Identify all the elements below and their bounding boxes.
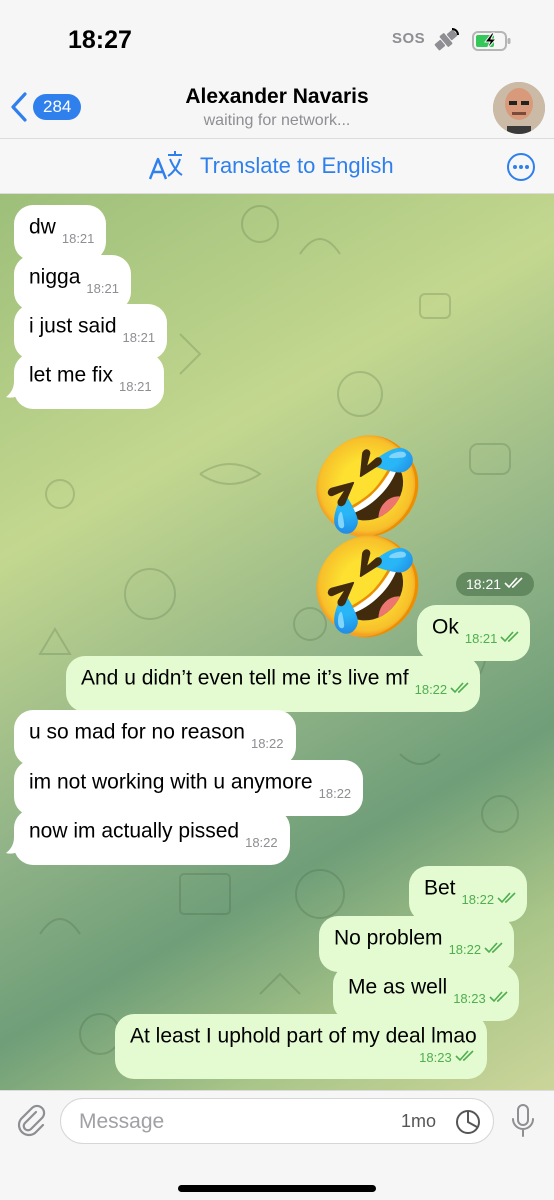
- chat-header: 284 Alexander Navaris waiting for networ…: [0, 78, 554, 138]
- message-time: 18:22: [245, 835, 278, 850]
- message-time: 18:22: [462, 887, 518, 913]
- message-text: u so mad for no reason: [29, 720, 245, 744]
- translate-button[interactable]: Translate to English: [148, 149, 394, 183]
- message-text: Ok: [432, 615, 459, 639]
- attach-icon[interactable]: [14, 1103, 48, 1137]
- sos-indicator: SOS: [392, 30, 426, 47]
- connection-status: waiting for network...: [203, 112, 351, 129]
- message-incoming[interactable]: im not working with u anymore 18:22: [14, 760, 364, 816]
- translate-bar: Translate to English: [0, 138, 554, 194]
- message-incoming[interactable]: i just said 18:21: [14, 304, 168, 360]
- satellite-icon: [434, 28, 459, 51]
- message-text: im not working with u anymore: [29, 770, 313, 794]
- chat-title[interactable]: Alexander Navaris waiting for network...: [120, 84, 434, 130]
- message-incoming[interactable]: u so mad for no reason 18:22: [14, 710, 296, 766]
- message-time: 18:23: [453, 986, 509, 1012]
- message-text: i just said: [29, 314, 117, 338]
- avatar[interactable]: [493, 82, 545, 134]
- status-bar: 18:27 SOS: [0, 0, 554, 78]
- message-outgoing[interactable]: No problem18:22: [319, 916, 515, 972]
- message-time: 18:22: [415, 677, 471, 703]
- read-ticks-icon: [489, 991, 508, 1003]
- message-text: At least I uphold part of my deal lmao: [130, 1024, 477, 1048]
- message-time: 18:22: [449, 937, 505, 963]
- read-ticks-icon: [500, 631, 519, 643]
- message-outgoing[interactable]: Me as well18:23: [333, 965, 519, 1021]
- unread-count-badge: 284: [33, 94, 82, 120]
- message-time: 18:22: [250, 736, 284, 751]
- message-text: now im actually pissed: [29, 819, 240, 843]
- message-incoming[interactable]: dw 18:21: [14, 205, 107, 261]
- message-text: dw: [29, 215, 56, 239]
- home-indicator: [178, 1185, 376, 1192]
- message-outgoing[interactable]: And u didn’t even tell me it’s live mf18…: [66, 656, 481, 712]
- translate-icon: [148, 151, 183, 180]
- bubble-tail: [6, 381, 20, 398]
- bubble-tail: [6, 837, 20, 854]
- chat-area[interactable]: dw 18:21 nigga 18:21 i just said 18:21 let …: [0, 194, 554, 1090]
- back-chevron-icon: [11, 92, 27, 122]
- message-outgoing[interactable]: Bet18:22: [409, 866, 528, 922]
- read-ticks-icon: [450, 682, 469, 694]
- message-input[interactable]: [77, 1107, 381, 1137]
- message-time: 18:22: [318, 786, 352, 801]
- message-incoming[interactable]: let me fix 18:21: [14, 353, 164, 409]
- message-time: 18:21: [466, 576, 502, 592]
- timer-icon[interactable]: [454, 1108, 482, 1136]
- composer: 1mo: [0, 1090, 554, 1200]
- contact-name: Alexander Navaris: [185, 85, 369, 108]
- message-text: nigga: [29, 265, 81, 289]
- avatar-image: [493, 82, 545, 134]
- more-icon[interactable]: [506, 152, 536, 182]
- message-outgoing[interactable]: At least I uphold part of my deal lmao 1…: [115, 1014, 487, 1080]
- message-text: And u didn’t even tell me it’s live mf: [81, 666, 409, 690]
- message-time: 18:21: [119, 379, 152, 394]
- message-time: 18:21: [465, 626, 521, 652]
- message-time-pill: 18:21: [456, 572, 535, 596]
- message-time: 18:21: [86, 281, 119, 296]
- message-time: 18:23: [419, 1045, 475, 1071]
- auto-delete-timer-label: 1mo: [401, 1111, 437, 1131]
- read-ticks-icon: [455, 1050, 474, 1062]
- status-time: 18:27: [68, 26, 132, 54]
- message-input-container: 1mo: [60, 1098, 494, 1144]
- battery-charging-icon: [472, 31, 511, 51]
- translate-label: Translate to English: [200, 153, 394, 178]
- message-text: Bet: [424, 876, 456, 900]
- message-text: No problem: [334, 926, 443, 950]
- read-ticks-icon: [504, 577, 523, 589]
- read-ticks-icon: [484, 942, 503, 954]
- message-text: let me fix: [29, 363, 114, 387]
- back-button[interactable]: 284: [8, 90, 82, 124]
- read-ticks-icon: [497, 892, 516, 904]
- message-incoming[interactable]: nigga 18:21: [14, 255, 131, 311]
- message-incoming[interactable]: now im actually pissed 18:22: [14, 809, 290, 865]
- message-time: 18:21: [122, 330, 156, 345]
- message-time: 18:21: [61, 231, 95, 246]
- message-text: Me as well: [348, 975, 448, 999]
- message-outgoing[interactable]: Ok18:21: [417, 605, 531, 661]
- microphone-icon[interactable]: [510, 1103, 536, 1139]
